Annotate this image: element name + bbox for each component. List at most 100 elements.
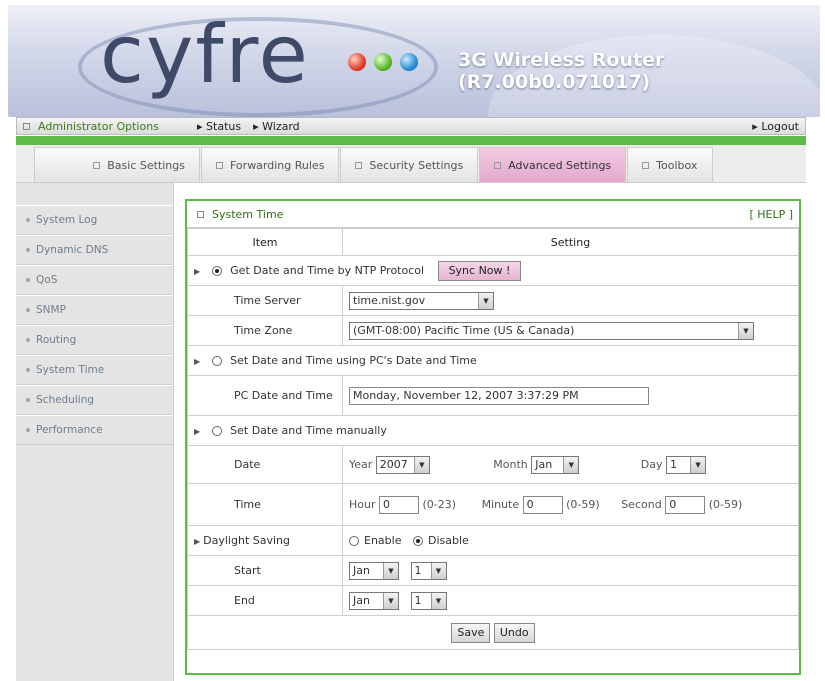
dst-start-day-select[interactable]: 1 ▼ bbox=[410, 561, 447, 580]
tab-basic-settings[interactable]: Basic Settings bbox=[34, 147, 200, 182]
sidebar-item-system-log[interactable]: System Log bbox=[16, 205, 173, 235]
tab-forwarding-rules[interactable]: Forwarding Rules bbox=[201, 147, 340, 182]
status-link[interactable]: ▸ Status bbox=[197, 120, 241, 133]
dst-end-day-select[interactable]: 1 ▼ bbox=[410, 591, 447, 610]
wizard-link[interactable]: ▸ Wizard bbox=[253, 120, 300, 133]
time-server-cell: time.nist.gov ▼ bbox=[342, 285, 799, 316]
undo-button[interactable]: Undo bbox=[493, 622, 535, 643]
sync-now-button[interactable]: Sync Now ! bbox=[437, 260, 522, 281]
square-bullet-icon bbox=[642, 161, 650, 169]
tab-advanced-settings[interactable]: Advanced Settings bbox=[479, 147, 627, 182]
dst-enable-label: Enable bbox=[364, 534, 402, 547]
table-row: Save Undo bbox=[187, 615, 799, 650]
second-label: Second bbox=[621, 497, 662, 511]
chevron-down-icon: ▼ bbox=[383, 592, 398, 609]
header-banner: cyfre 3G Wireless Router (R7.00b0.071017… bbox=[8, 5, 820, 117]
month-select[interactable]: Jan ▼ bbox=[531, 455, 580, 474]
blue-dot-icon bbox=[400, 53, 418, 71]
dst-start-cell: Jan ▼ 1 ▼ bbox=[342, 555, 799, 586]
square-bullet-icon bbox=[23, 123, 30, 130]
pc-option-cell: ▶ Set Date and Time using PC's Date and … bbox=[187, 345, 799, 376]
settings-table: Item Setting ▶ Get Date and Time by NTP … bbox=[187, 228, 799, 650]
sidebar-item-routing[interactable]: Routing bbox=[16, 325, 173, 355]
col-setting-header: Setting bbox=[342, 228, 799, 256]
tab-security-settings[interactable]: Security Settings bbox=[340, 147, 479, 182]
hour-label: Hour bbox=[349, 497, 376, 511]
logout-link[interactable]: ▸ Logout bbox=[752, 120, 799, 133]
table-row: ▶ Set Date and Time using PC's Date and … bbox=[187, 345, 799, 376]
admin-options-link[interactable]: Administrator Options bbox=[17, 120, 197, 133]
chevron-down-icon: ▼ bbox=[738, 322, 753, 339]
red-dot-icon bbox=[348, 53, 366, 71]
time-server-select[interactable]: time.nist.gov ▼ bbox=[349, 291, 494, 310]
bullet-icon bbox=[26, 218, 30, 222]
pc-date-field[interactable]: Monday, November 12, 2007 3:37:29 PM bbox=[349, 386, 649, 405]
second-range: (0-59) bbox=[708, 497, 743, 511]
sidebar-item-dynamic-dns[interactable]: Dynamic DNS bbox=[16, 235, 173, 265]
pc-date-label: PC Date and Time bbox=[187, 375, 343, 416]
dst-enable-radio[interactable] bbox=[349, 536, 359, 546]
square-bullet-icon bbox=[494, 161, 502, 169]
table-row: ▶ Get Date and Time by NTP Protocol Sync… bbox=[187, 255, 799, 286]
actions-cell: Save Undo bbox=[187, 615, 799, 650]
hour-input[interactable]: 0 bbox=[379, 495, 419, 514]
pc-time-radio[interactable] bbox=[211, 356, 222, 366]
square-bullet-icon bbox=[197, 210, 204, 218]
hour-range: (0-23) bbox=[422, 497, 457, 511]
save-button[interactable]: Save bbox=[451, 622, 491, 643]
system-time-panel: System Time [ HELP ] Item Setting ▶ Get … bbox=[185, 199, 801, 675]
square-bullet-icon bbox=[216, 161, 223, 169]
table-header-row: Item Setting bbox=[187, 228, 799, 256]
day-label: Day bbox=[640, 457, 663, 471]
bullet-icon bbox=[26, 248, 30, 252]
table-row: ▶ Set Date and Time manually bbox=[187, 415, 799, 446]
dst-end-month-select[interactable]: Jan ▼ bbox=[349, 591, 399, 610]
chevron-down-icon: ▼ bbox=[690, 456, 706, 473]
time-zone-cell: (GMT-08:00) Pacific Time (US & Canada) ▼ bbox=[342, 315, 799, 346]
day-select[interactable]: 1 ▼ bbox=[666, 455, 707, 474]
dst-cell: Enable Disable bbox=[342, 525, 799, 556]
table-row: ▶ Daylight Saving Enable Disable bbox=[187, 525, 799, 556]
sidebar-item-qos[interactable]: QoS bbox=[16, 265, 173, 295]
green-dot-icon bbox=[374, 53, 392, 71]
main-tabs: Basic Settings Forwarding Rules Security… bbox=[16, 145, 806, 183]
dst-disable-label: Disable bbox=[427, 534, 469, 547]
arrow-right-icon: ▶ bbox=[194, 357, 201, 366]
ntp-radio[interactable] bbox=[211, 265, 222, 276]
year-select[interactable]: 2007 ▼ bbox=[375, 455, 430, 474]
chevron-down-icon: ▼ bbox=[563, 456, 579, 473]
dst-label: Daylight Saving bbox=[203, 534, 290, 547]
top-nav: Administrator Options ▸ Status ▸ Wizard … bbox=[16, 117, 806, 135]
sidebar-item-scheduling[interactable]: Scheduling bbox=[16, 385, 173, 415]
manual-time-radio[interactable] bbox=[211, 426, 222, 436]
panel-title: System Time bbox=[212, 207, 284, 221]
table-row: Time Server time.nist.gov ▼ bbox=[187, 285, 799, 316]
bullet-icon bbox=[26, 368, 30, 372]
dst-start-month-select[interactable]: Jan ▼ bbox=[349, 561, 399, 580]
time-zone-select[interactable]: (GMT-08:00) Pacific Time (US & Canada) ▼ bbox=[349, 321, 754, 340]
pc-date-cell: Monday, November 12, 2007 3:37:29 PM bbox=[342, 375, 799, 416]
chevron-down-icon: ▼ bbox=[413, 456, 429, 473]
date-cell: Year 2007 ▼ Month Jan ▼ Day 1 ▼ bbox=[342, 445, 799, 484]
second-input[interactable]: 0 bbox=[665, 495, 706, 514]
sidebar-item-performance[interactable]: Performance bbox=[16, 415, 173, 445]
table-row: End Jan ▼ 1 ▼ bbox=[187, 585, 799, 616]
sidebar-item-snmp[interactable]: SNMP bbox=[16, 295, 173, 325]
table-row: PC Date and Time Monday, November 12, 20… bbox=[187, 375, 799, 416]
help-link[interactable]: [ HELP ] bbox=[749, 208, 793, 221]
chevron-down-icon: ▼ bbox=[383, 562, 398, 579]
table-row: Time Hour 0 (0-23) Minute 0 (0-59) Secon… bbox=[187, 483, 799, 526]
accent-bar bbox=[16, 136, 806, 145]
manual-option-cell: ▶ Set Date and Time manually bbox=[187, 415, 799, 446]
ntp-option-cell: ▶ Get Date and Time by NTP Protocol Sync… bbox=[187, 255, 799, 286]
col-item-header: Item bbox=[187, 228, 343, 256]
arrow-right-icon: ▶ bbox=[194, 266, 201, 276]
dst-disable-radio[interactable] bbox=[412, 536, 423, 546]
minute-input[interactable]: 0 bbox=[522, 495, 563, 514]
square-bullet-icon bbox=[355, 161, 363, 169]
manual-time-label: Set Date and Time manually bbox=[230, 424, 387, 437]
tab-toolbox[interactable]: Toolbox bbox=[627, 147, 714, 182]
sidebar-item-system-time[interactable]: System Time bbox=[16, 355, 173, 385]
minute-label: Minute bbox=[481, 497, 520, 511]
table-row: Start Jan ▼ 1 ▼ bbox=[187, 555, 799, 586]
